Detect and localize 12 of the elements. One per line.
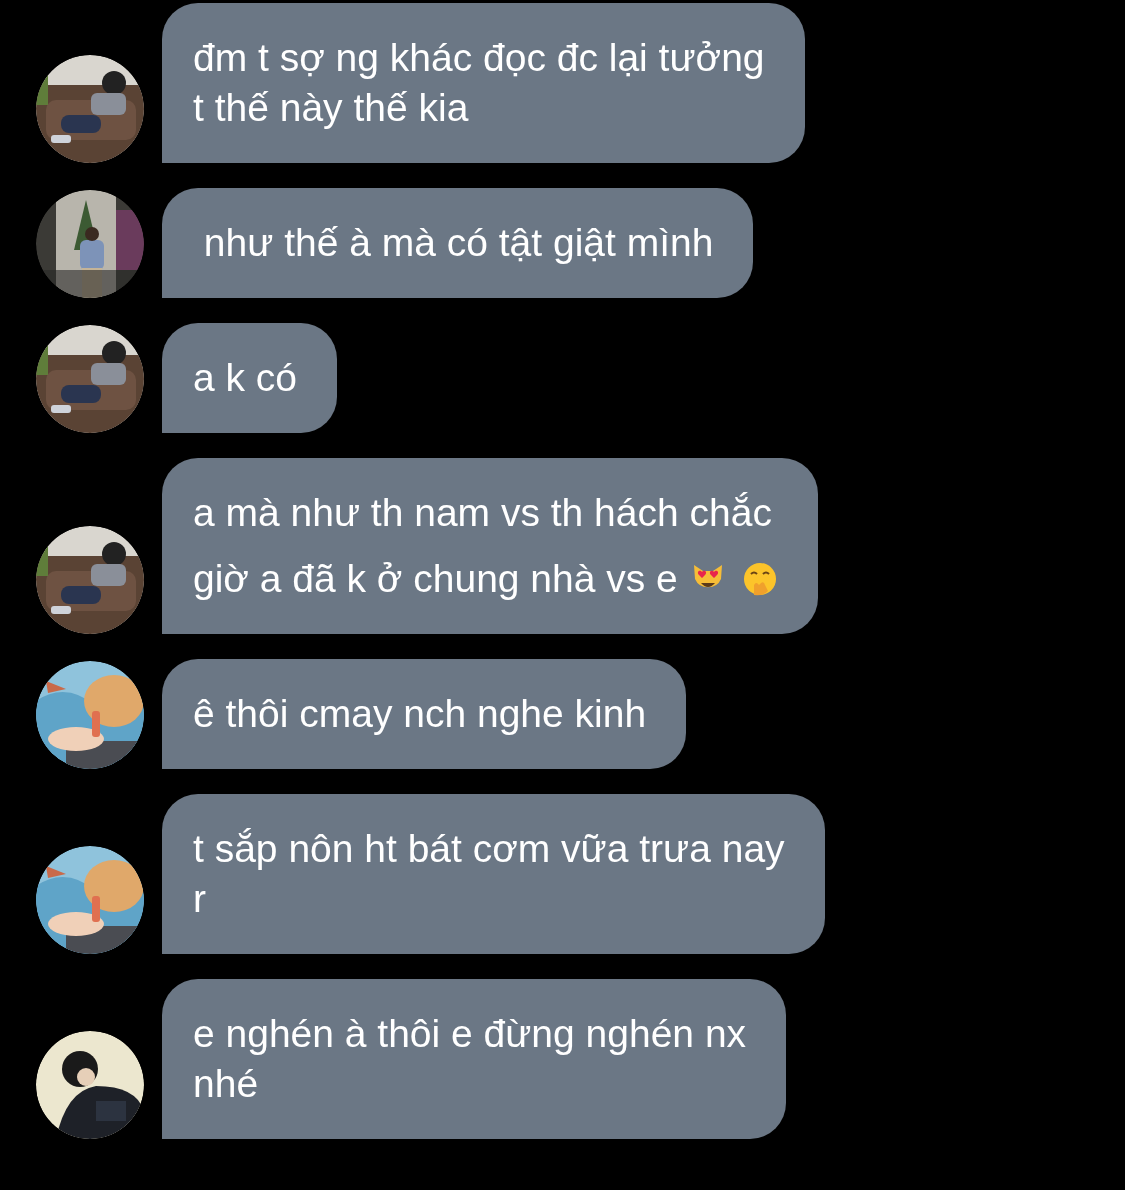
message-text: a mà như th nam vs th hách chắc <box>193 490 772 536</box>
message-text: e nghén à thôi e đừng nghén nx <box>193 1011 747 1057</box>
message-text: a k có <box>193 355 298 401</box>
message-text: đm t sợ ng khác đọc đc lại tưởng <box>193 35 765 81</box>
message-text: nhé <box>193 1061 259 1107</box>
message-text: ê thôi cmay nch nghe kinh <box>193 691 647 737</box>
message-text: như thế à mà có tật giật mình <box>202 220 714 266</box>
message-text: giờ a đã k ở chung nhà vs e <box>193 556 678 602</box>
message-text: t sắp nôn ht bát cơm vữa trưa nay <box>193 826 785 872</box>
message-text: r <box>193 876 206 922</box>
message-text: t thế này thế kia <box>193 85 469 131</box>
hand-over-mouth-emoji-icon <box>741 561 778 597</box>
